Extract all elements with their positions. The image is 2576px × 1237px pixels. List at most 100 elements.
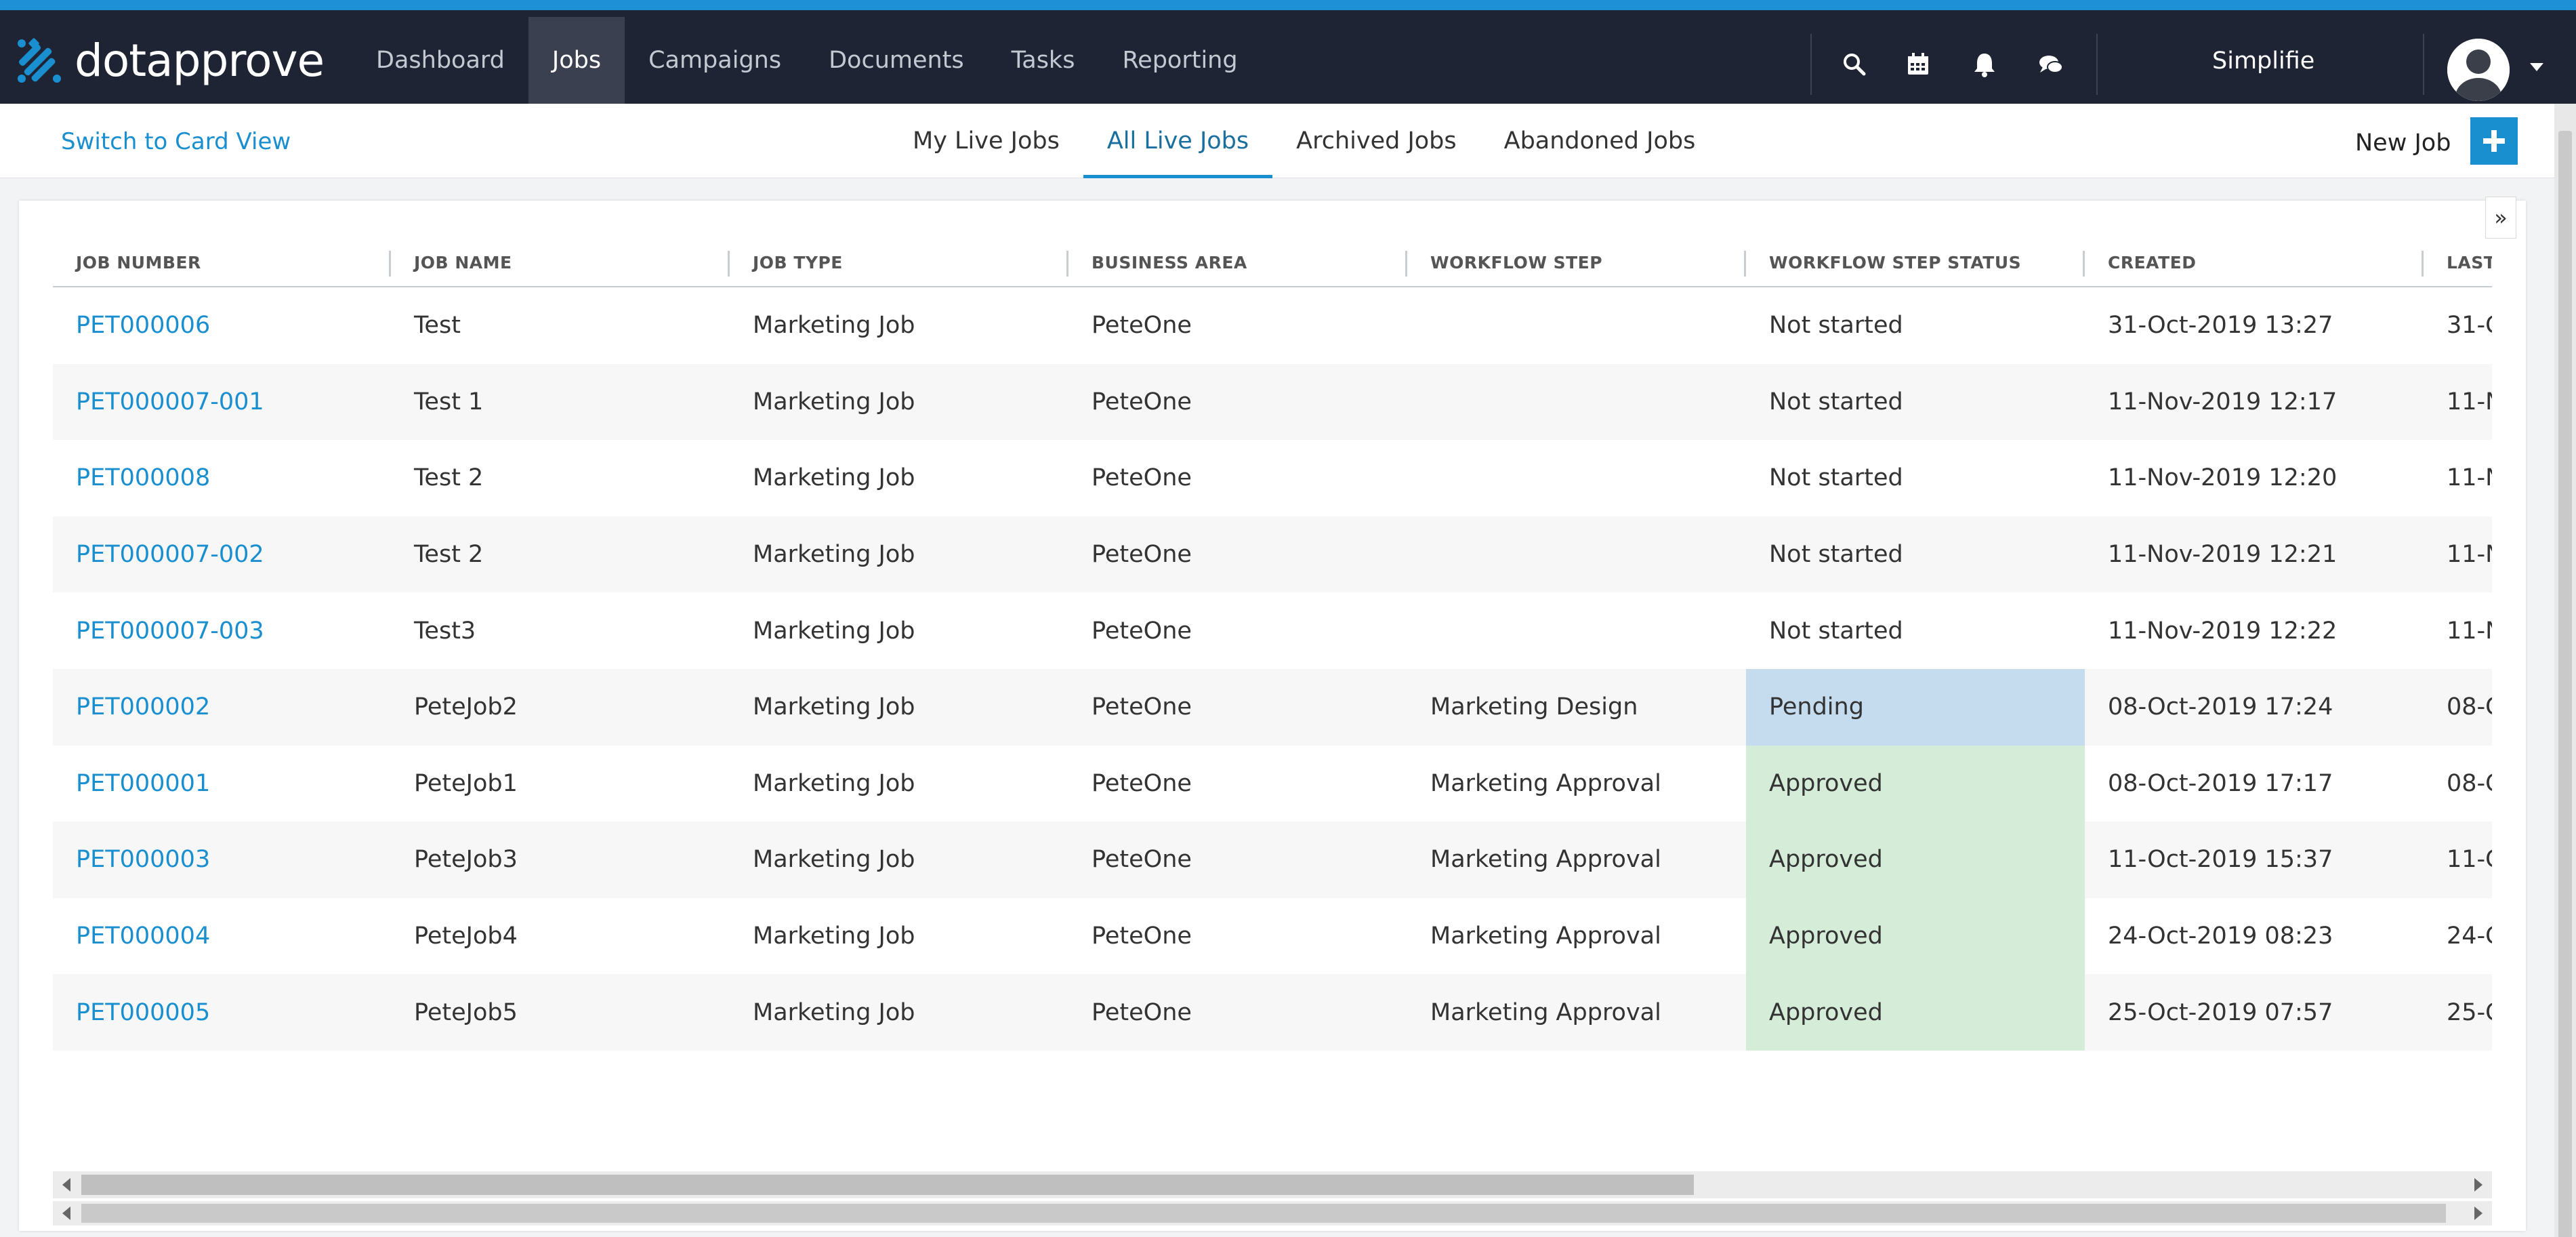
- table-row[interactable]: PET000007-002 Test 2 Marketing Job PeteOne N…: [53, 516, 2492, 593]
- table-row[interactable]: PET000004 PeteJob4 Marketing Job PeteOne Mar…: [53, 897, 2492, 975]
- user-avatar-icon: [2447, 39, 2510, 101]
- cell-created: 11-Nov-2019 12:22: [2108, 617, 2338, 645]
- search-icon[interactable]: [1837, 47, 1871, 81]
- scroll-right-arrow-icon[interactable]: [2474, 1178, 2482, 1192]
- tab-abandoned-jobs[interactable]: Abandoned Jobs: [1480, 104, 1720, 178]
- nav-divider: [2423, 34, 2424, 95]
- table-row[interactable]: PET000006 Test Marketing Job PeteOne Not sta…: [53, 287, 2492, 364]
- cell-job-type: Marketing Job: [753, 998, 915, 1026]
- switch-to-card-view-link[interactable]: Switch to Card View: [61, 128, 291, 155]
- cell-job-name: PeteJob5: [414, 998, 518, 1026]
- scroll-right-arrow-icon[interactable]: [2474, 1206, 2482, 1220]
- cell-job-type: Marketing Job: [753, 693, 915, 721]
- cell-job-number[interactable]: PET000007-003: [53, 592, 391, 669]
- cell-job-number[interactable]: PET000002: [53, 669, 391, 746]
- tab-my-live-jobs[interactable]: My Live Jobs: [889, 104, 1083, 178]
- table-row[interactable]: PET000007-003 Test3 Marketing Job PeteOne No…: [53, 592, 2492, 669]
- cell-last: 24-C: [2447, 922, 2492, 950]
- cell-job-type: Marketing Job: [753, 464, 915, 492]
- cell-job-number[interactable]: PET000006: [53, 287, 391, 364]
- page-vertical-scrollbar[interactable]: [2554, 104, 2576, 1237]
- grid-header: JOB NUMBER JOB NAME JOB TYPE BUSINESS AR…: [53, 237, 2492, 287]
- new-job-button[interactable]: [2470, 117, 2518, 165]
- cell-created: 11-Nov-2019 12:21: [2108, 541, 2338, 569]
- page-scrollbar-thumb[interactable]: [2558, 131, 2572, 1237]
- cell-job-number[interactable]: PET000007-001: [53, 364, 391, 441]
- cell-workflow-step: [1407, 287, 1746, 364]
- page-scrollbar-thumb[interactable]: [81, 1204, 2446, 1223]
- nav-item-dashboard[interactable]: Dashboard: [352, 17, 528, 104]
- column-header-job-number[interactable]: JOB NUMBER: [53, 237, 389, 287]
- table-row[interactable]: PET000002 PeteJob2 Marketing Job PeteOne Mar…: [53, 668, 2492, 746]
- cell-job-name: Test: [414, 312, 461, 340]
- table-row[interactable]: PET000001 PeteJob1 Marketing Job PeteOne Mar…: [53, 745, 2492, 822]
- column-header-job-name[interactable]: JOB NAME: [391, 237, 727, 287]
- table-row[interactable]: PET000005 PeteJob5 Marketing Job PeteOne Mar…: [53, 974, 2492, 1051]
- cell-last: 11-C: [2447, 846, 2492, 874]
- cell-created: 11-Oct-2019 15:37: [2108, 846, 2333, 874]
- cell-job-type: Marketing Job: [753, 846, 915, 874]
- column-header-business-area[interactable]: BUSINESS AREA: [1068, 237, 1405, 287]
- nav-item-jobs[interactable]: Jobs: [528, 17, 625, 104]
- cell-created: 11-Nov-2019 12:20: [2108, 464, 2338, 492]
- nav-item-documents[interactable]: Documents: [805, 17, 988, 104]
- user-avatar[interactable]: [2447, 39, 2510, 101]
- calendar-icon[interactable]: [1901, 47, 1935, 81]
- cell-last: 31-C: [2447, 312, 2492, 340]
- page-horizontal-scrollbar[interactable]: [53, 1201, 2492, 1225]
- table-row[interactable]: PET000003 PeteJob3 Marketing Job PeteOne Mar…: [53, 822, 2492, 898]
- column-header-last[interactable]: LAST: [2424, 237, 2492, 287]
- cell-last: 08-C: [2447, 693, 2492, 721]
- cell-job-name: Test 1: [414, 388, 484, 415]
- cell-job-name: PeteJob1: [414, 769, 518, 797]
- cell-business-area: PeteOne: [1092, 617, 1192, 645]
- cell-workflow-step-status: Pending: [1746, 668, 2085, 746]
- cell-job-name: PeteJob2: [414, 693, 518, 721]
- nav-item-campaigns[interactable]: Campaigns: [625, 17, 805, 104]
- nav-item-reporting[interactable]: Reporting: [1098, 17, 1261, 104]
- main-nav: Dashboard Jobs Campaigns Documents Tasks…: [352, 17, 1262, 104]
- tab-all-live-jobs[interactable]: All Live Jobs: [1083, 104, 1273, 178]
- cell-workflow-step: Marketing Approval: [1430, 998, 1661, 1026]
- cell-business-area: PeteOne: [1092, 693, 1192, 721]
- double-chevron-right-icon[interactable]: »: [2485, 197, 2516, 239]
- table-row[interactable]: PET000008 Test 2 Marketing Job PeteOne Not s…: [53, 440, 2492, 516]
- cell-job-name: Test 2: [414, 541, 484, 569]
- jobs-subbar: Switch to Card View My Live Jobs All Liv…: [0, 104, 2554, 178]
- cell-job-number[interactable]: PET000005: [53, 974, 391, 1051]
- cell-created: 25-Oct-2019 07:57: [2108, 998, 2333, 1026]
- organization-switcher[interactable]: Simplifie: [2212, 47, 2314, 75]
- column-header-workflow-step[interactable]: WORKFLOW STEP: [1407, 237, 1743, 287]
- grid-horizontal-scrollbar[interactable]: [53, 1171, 2492, 1198]
- tab-archived-jobs[interactable]: Archived Jobs: [1272, 104, 1480, 178]
- cell-business-area: PeteOne: [1092, 998, 1192, 1026]
- column-header-created[interactable]: CREATED: [2085, 237, 2421, 287]
- cell-workflow-step-status: Approved: [1746, 897, 2085, 975]
- cell-job-type: Marketing Job: [753, 922, 915, 950]
- cell-job-number[interactable]: PET000008: [53, 440, 391, 516]
- cell-workflow-step: Marketing Design: [1430, 693, 1638, 721]
- table-row[interactable]: PET000007-001 Test 1 Marketing Job PeteOne N…: [53, 363, 2492, 441]
- column-header-workflow-step-status[interactable]: WORKFLOW STEP STATUS: [1746, 237, 2082, 287]
- new-job-label[interactable]: New Job: [2355, 129, 2451, 157]
- grid-scrollbar-thumb[interactable]: [81, 1175, 1694, 1195]
- top-accent-strip: [0, 0, 2576, 10]
- brand-name: dotapprove: [75, 35, 325, 87]
- column-header-job-type[interactable]: JOB TYPE: [730, 237, 1066, 287]
- cell-business-area: PeteOne: [1092, 388, 1192, 415]
- cell-last: 11-N: [2447, 388, 2492, 415]
- scroll-left-arrow-icon[interactable]: [62, 1178, 70, 1192]
- chevron-down-icon[interactable]: [2530, 63, 2543, 71]
- cell-workflow-step-status: Not started: [1769, 541, 1903, 569]
- cell-job-number[interactable]: PET000003: [53, 822, 391, 898]
- scroll-left-arrow-icon[interactable]: [62, 1206, 70, 1220]
- brand-logo[interactable]: dotapprove: [15, 31, 325, 92]
- cell-job-number[interactable]: PET000004: [53, 898, 391, 975]
- nav-item-tasks[interactable]: Tasks: [988, 17, 1099, 104]
- chat-icon[interactable]: [2034, 47, 2068, 81]
- cell-job-number[interactable]: PET000007-002: [53, 516, 391, 593]
- cell-workflow-step: Marketing Approval: [1430, 922, 1661, 950]
- cell-workflow-step: [1407, 364, 1746, 441]
- cell-job-number[interactable]: PET000001: [53, 746, 391, 822]
- bell-icon[interactable]: [1968, 47, 2001, 81]
